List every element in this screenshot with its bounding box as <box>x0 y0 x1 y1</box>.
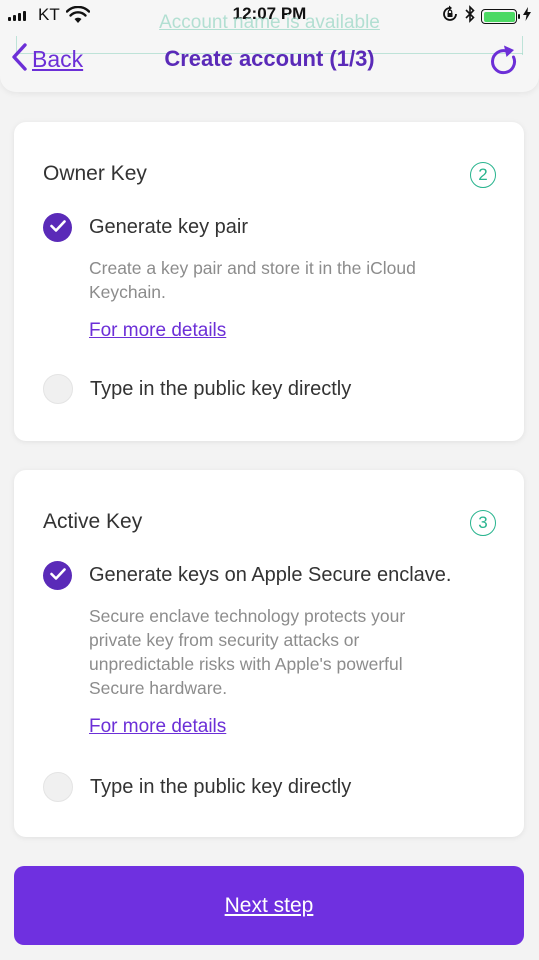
radio-unchecked[interactable] <box>43 772 73 802</box>
owner-key-title: Owner Key <box>43 162 147 185</box>
refresh-icon <box>489 45 519 80</box>
owner-public-key-option[interactable]: Type in the public key directly <box>43 374 351 404</box>
owner-key-card: Owner Key 2 Generate key pair Create a k… <box>14 122 524 441</box>
option-label: Type in the public key directly <box>90 775 352 798</box>
owner-details-link[interactable]: For more details <box>89 320 226 342</box>
option-label: Generate key pair <box>89 216 248 238</box>
refresh-button[interactable] <box>489 44 519 81</box>
active-generate-option[interactable]: Generate keys on Apple Secure enclave. <box>43 561 451 590</box>
active-generate-description: Secure enclave technology protects your … <box>89 606 406 698</box>
radio-unchecked[interactable] <box>43 374 73 404</box>
page-title: Create account (1/3) <box>164 46 375 71</box>
active-key-title: Active Key <box>43 510 143 533</box>
active-public-key-option[interactable]: Type in the public key directly <box>43 772 351 802</box>
next-step-button[interactable]: Next step <box>14 866 524 945</box>
account-available-message: Account name is available <box>159 12 380 33</box>
checkmark-icon <box>49 219 66 237</box>
option-label: Type in the public key directly <box>90 377 352 400</box>
active-key-card: Active Key 3 Generate keys on Apple Secu… <box>14 470 524 837</box>
radio-checked[interactable] <box>43 213 72 242</box>
radio-checked[interactable] <box>43 561 72 590</box>
navigation-header: KT 12:07 PM Account name is available Ba… <box>0 0 539 92</box>
option-label: Generate keys on Apple Secure enclave. <box>89 564 452 586</box>
step-badge: 3 <box>470 510 496 536</box>
next-step-label: Next step <box>224 893 314 917</box>
owner-generate-description: Create a key pair and store it in the iC… <box>89 258 416 302</box>
active-details-link[interactable]: For more details <box>89 716 226 738</box>
owner-generate-option[interactable]: Generate key pair <box>43 213 248 242</box>
create-account-screen: KT 12:07 PM Account name is available Ba… <box>0 0 539 960</box>
checkmark-icon <box>49 567 66 585</box>
step-badge: 2 <box>470 162 496 188</box>
